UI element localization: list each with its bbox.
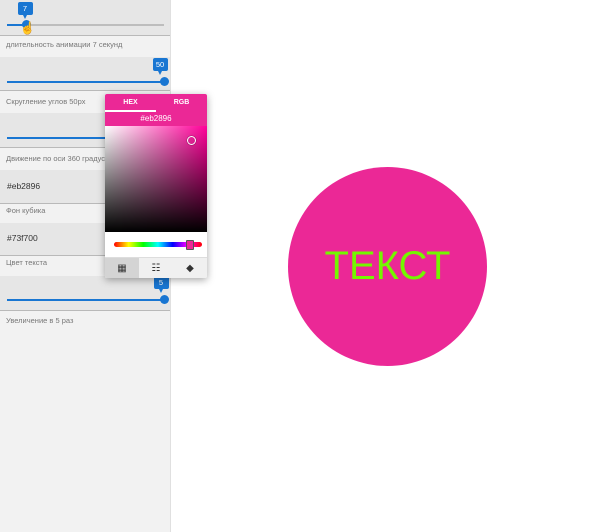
scale-slider-fill: [7, 299, 164, 301]
bg-color-input[interactable]: #eb2896: [7, 181, 40, 191]
hand-cursor-icon: ☝: [20, 21, 35, 35]
picker-footer: ▦ ☷ ◆: [105, 257, 207, 278]
swatch-icon[interactable]: ◆: [173, 258, 207, 278]
preview-cube: ТЕКСТ: [288, 167, 487, 366]
saturation-handle[interactable]: [187, 136, 196, 145]
radius-slider-thumb[interactable]: [159, 77, 169, 86]
color-picker: HEX RGB #eb2896 ▦ ☷ ◆: [105, 94, 207, 278]
sliders-icon[interactable]: ☷: [139, 258, 173, 278]
radius-field: [0, 57, 170, 91]
scale-field: [0, 276, 170, 311]
bg-color-helper: Фон кубика: [6, 206, 46, 215]
radius-helper: Скругление углов 50px: [6, 97, 86, 106]
text-color-helper: Цвет текста: [6, 258, 48, 267]
rotation-helper: Движение по оси 360 градусов: [6, 154, 114, 163]
hue-handle[interactable]: [186, 240, 194, 250]
picker-hex-value[interactable]: #eb2896: [105, 112, 207, 126]
scale-helper: Увеличение в 5 раз: [6, 316, 74, 325]
tab-rgb[interactable]: RGB: [156, 94, 207, 112]
preview-text: ТЕКСТ: [324, 244, 451, 288]
text-color-input[interactable]: #73f700: [7, 233, 38, 243]
scale-slider[interactable]: [7, 295, 169, 304]
duration-helper: длительность анимации 7 секунд: [6, 40, 123, 49]
radius-slider[interactable]: [7, 77, 169, 86]
tab-hex[interactable]: HEX: [105, 94, 156, 112]
duration-value-label: 7: [17, 2, 33, 19]
picker-tabs: HEX RGB: [105, 94, 207, 112]
palette-icon[interactable]: ▦: [105, 258, 139, 278]
radius-value-label: 50: [152, 58, 168, 75]
scale-slider-thumb[interactable]: [159, 295, 169, 304]
radius-slider-fill: [7, 81, 164, 83]
